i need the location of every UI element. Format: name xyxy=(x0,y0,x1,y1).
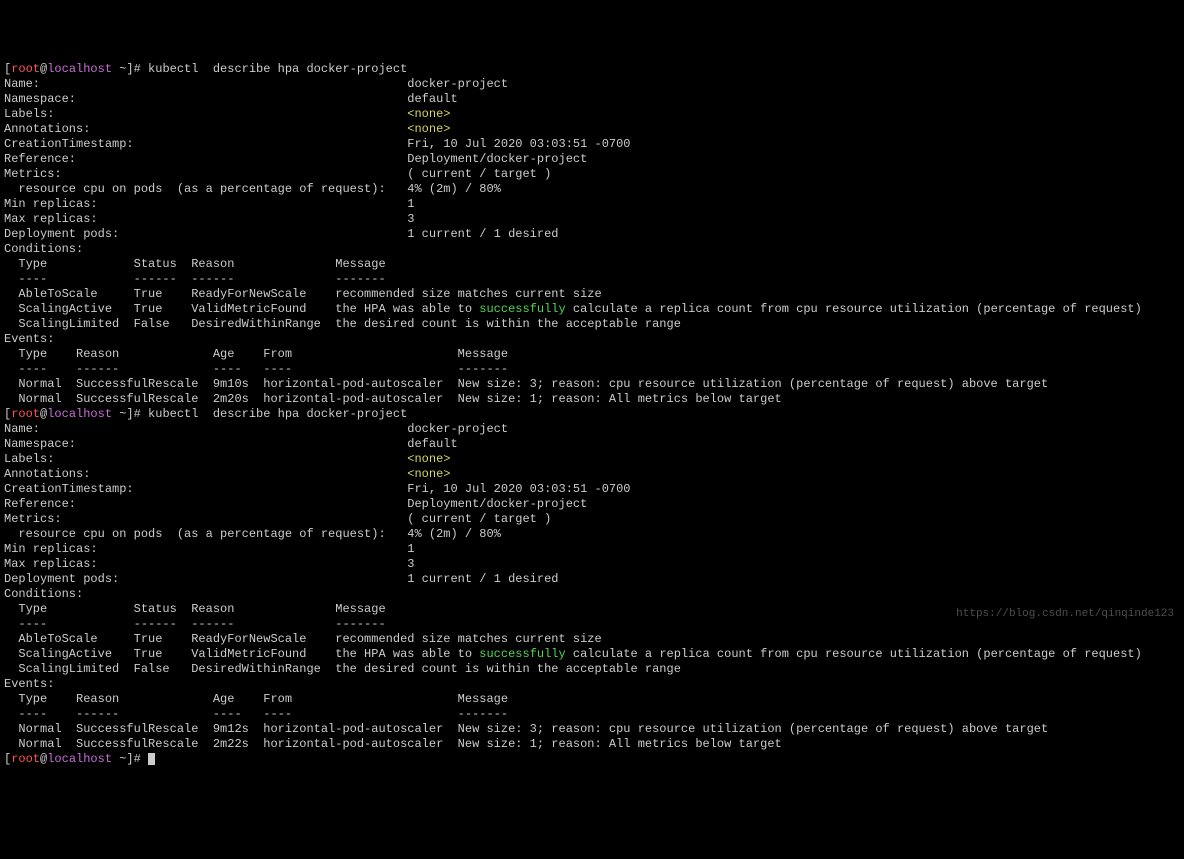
terminal[interactable]: [root@localhost ~]# kubectl describe hpa… xyxy=(4,62,1180,767)
cursor xyxy=(148,753,155,765)
watermark: https://blog.csdn.net/qinqinde123 xyxy=(956,608,1174,622)
